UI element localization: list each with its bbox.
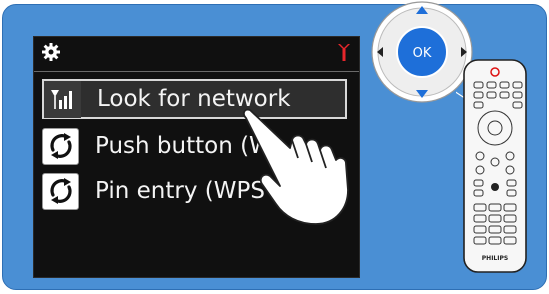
wps-icon bbox=[42, 172, 79, 210]
remote-brand-logo: PHILIPS bbox=[482, 255, 508, 262]
ok-button[interactable]: OK bbox=[413, 46, 432, 61]
divider bbox=[34, 71, 359, 72]
status-bar bbox=[34, 37, 359, 67]
antenna-icon bbox=[338, 44, 350, 61]
pointing-hand-icon bbox=[243, 108, 349, 225]
illustration: Look for network Push button (W Pin entr… bbox=[0, 0, 549, 294]
gear-icon bbox=[42, 43, 60, 61]
remote-control: PHILIPS bbox=[456, 59, 527, 273]
signal-strength-icon bbox=[44, 80, 81, 118]
wps-icon bbox=[42, 127, 79, 165]
